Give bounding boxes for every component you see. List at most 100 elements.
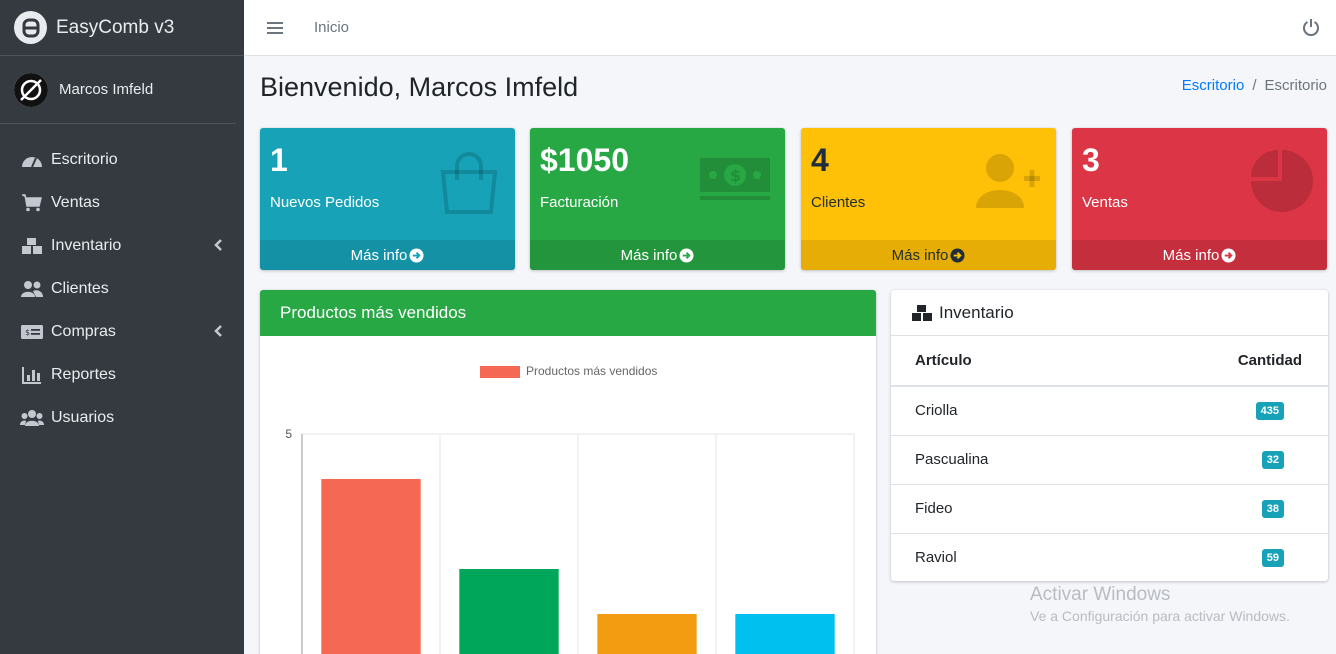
sidebar: EasyComb v3 Marcos Imfeld Escritorio Ven… bbox=[0, 0, 244, 654]
arrow-circle-right-icon bbox=[1221, 247, 1236, 263]
activate-windows-title: Activar Windows bbox=[1030, 584, 1171, 605]
item-name: Raviol bbox=[915, 549, 957, 567]
home-link[interactable]: Inicio bbox=[314, 19, 349, 36]
stat-box-ventas: 3 Ventas Más info bbox=[1072, 128, 1327, 270]
legend-label: Productos más vendidos bbox=[526, 364, 657, 378]
user-name: Marcos Imfeld bbox=[59, 81, 154, 98]
breadcrumb-link[interactable]: Escritorio bbox=[1182, 77, 1245, 94]
bar-combo-1 bbox=[735, 614, 835, 654]
boxes-icon bbox=[911, 303, 933, 323]
legend-swatch bbox=[480, 366, 520, 378]
money-bill-icon: $ bbox=[20, 322, 44, 342]
table-row: Fideo 38 bbox=[891, 484, 1328, 534]
dashboard-icon bbox=[20, 150, 44, 170]
stat-value: 3 bbox=[1082, 142, 1100, 178]
breadcrumb-separator: / bbox=[1252, 77, 1257, 94]
item-name: Fideo bbox=[891, 484, 1093, 534]
bar-combo-4 bbox=[459, 569, 559, 654]
arrow-circle-right-icon bbox=[679, 247, 694, 263]
sidebar-item-reportes[interactable]: Reportes bbox=[0, 353, 244, 396]
more-info-label: Más info bbox=[620, 246, 678, 264]
arrow-circle-right-icon bbox=[409, 247, 424, 263]
bar-combo-5 bbox=[321, 479, 421, 654]
bar-chart-icon bbox=[20, 365, 44, 385]
more-info-link[interactable]: Más info bbox=[1072, 240, 1327, 270]
inventory-title: Inventario bbox=[939, 302, 1014, 322]
quantity-badge: 435 bbox=[1255, 402, 1284, 421]
column-header-cantidad: Cantidad bbox=[1092, 336, 1328, 387]
arrow-circle-right-icon bbox=[950, 247, 965, 263]
sidebar-item-clientes[interactable]: Clientes bbox=[0, 267, 244, 310]
chevron-left-icon bbox=[214, 324, 222, 342]
sidebar-item-label: Clientes bbox=[51, 279, 109, 297]
y-tick-label: 5 bbox=[285, 427, 292, 441]
more-info-label: Más info bbox=[891, 246, 949, 264]
table-row: Pascualina 32 bbox=[891, 435, 1328, 485]
sidebar-item-label: Compras bbox=[51, 322, 116, 340]
quantity-badge: 32 bbox=[1261, 451, 1284, 469]
hamburger-menu-icon[interactable] bbox=[267, 21, 283, 34]
sidebar-nav: Escritorio Ventas Inventario Clientes $ … bbox=[0, 138, 244, 439]
boxes-icon bbox=[20, 236, 44, 256]
shopping-bag-icon bbox=[437, 150, 501, 219]
stat-value: 1 bbox=[270, 142, 288, 178]
money-icon: $ bbox=[699, 150, 771, 211]
table-row: Raviol 59 bbox=[891, 533, 1328, 582]
chart-legend: Productos más vendidos bbox=[480, 364, 657, 378]
stat-label: Ventas bbox=[1082, 194, 1128, 211]
page-title: Bienvenido, Marcos Imfeld bbox=[260, 72, 579, 102]
sidebar-item-ventas[interactable]: Ventas bbox=[0, 181, 244, 224]
brand-logo-icon bbox=[14, 11, 47, 44]
card-title: Productos más vendidos bbox=[260, 290, 876, 336]
quantity-badge: 59 bbox=[1261, 549, 1284, 568]
svg-text:$: $ bbox=[730, 166, 741, 185]
table-row: Criolla 435 bbox=[891, 386, 1328, 436]
more-info-label: Más info bbox=[1162, 246, 1220, 264]
stat-box-clientes: 4 Clientes Más info bbox=[801, 128, 1056, 270]
stat-label: Nuevos Pedidos bbox=[270, 194, 380, 211]
brand-link[interactable]: EasyComb v3 bbox=[0, 0, 244, 56]
inventory-card: Inventario Artículo Cantidad Criolla 435… bbox=[891, 290, 1328, 581]
inventory-table: Artículo Cantidad Criolla 435 Pascualina… bbox=[891, 336, 1328, 582]
sidebar-item-label: Usuarios bbox=[51, 408, 115, 426]
more-info-link[interactable]: Más info bbox=[260, 240, 515, 270]
stat-value: 4 bbox=[811, 142, 829, 178]
quantity-badge: 38 bbox=[1261, 500, 1284, 518]
bar-combo-3 bbox=[597, 614, 697, 654]
item-name: Criolla bbox=[891, 386, 1093, 436]
breadcrumb: Escritorio / Escritorio bbox=[1182, 77, 1327, 94]
column-header-articulo: Artículo bbox=[891, 336, 1093, 387]
sidebar-item-inventario[interactable]: Inventario bbox=[0, 224, 244, 267]
no-photo-icon bbox=[14, 72, 48, 107]
users-group-icon bbox=[20, 408, 44, 428]
user-panel[interactable]: Marcos Imfeld bbox=[0, 56, 236, 124]
svg-text:$: $ bbox=[25, 328, 30, 337]
top-products-card: Productos más vendidos Productos más ven… bbox=[260, 290, 876, 654]
stat-label: Facturación bbox=[540, 194, 619, 211]
more-info-link[interactable]: Más info bbox=[801, 240, 1056, 270]
cart-icon bbox=[20, 193, 44, 213]
power-icon[interactable] bbox=[1302, 18, 1320, 41]
chevron-left-icon bbox=[214, 238, 222, 256]
chart-y-labels: 50 bbox=[285, 427, 292, 654]
brand-title: EasyComb v3 bbox=[56, 16, 175, 38]
sidebar-item-label: Ventas bbox=[51, 193, 100, 211]
sidebar-item-usuarios[interactable]: Usuarios bbox=[0, 396, 244, 439]
stat-label: Clientes bbox=[811, 194, 866, 211]
top-navbar: Inicio bbox=[244, 0, 1336, 56]
user-plus-icon bbox=[976, 150, 1042, 215]
sidebar-item-compras[interactable]: $ Compras bbox=[0, 310, 244, 353]
sidebar-item-escritorio[interactable]: Escritorio bbox=[0, 138, 244, 181]
stat-value: $1050 bbox=[540, 142, 629, 178]
stat-box-facturacion: $1050 Facturación $ Más info bbox=[530, 128, 785, 270]
stat-box-pedidos: 1 Nuevos Pedidos Más info bbox=[260, 128, 515, 270]
breadcrumb-current: Escritorio bbox=[1264, 77, 1327, 94]
more-info-link[interactable]: Más info bbox=[530, 240, 785, 270]
inventory-header: Inventario bbox=[891, 290, 1328, 336]
pie-chart-icon bbox=[1251, 150, 1313, 217]
sidebar-item-label: Reportes bbox=[51, 365, 116, 383]
sidebar-item-label: Inventario bbox=[51, 236, 122, 254]
activate-windows-subtitle: Ve a Configuración para activar Windows. bbox=[1030, 608, 1290, 624]
sidebar-item-label: Escritorio bbox=[51, 150, 118, 168]
more-info-label: Más info bbox=[350, 246, 408, 264]
